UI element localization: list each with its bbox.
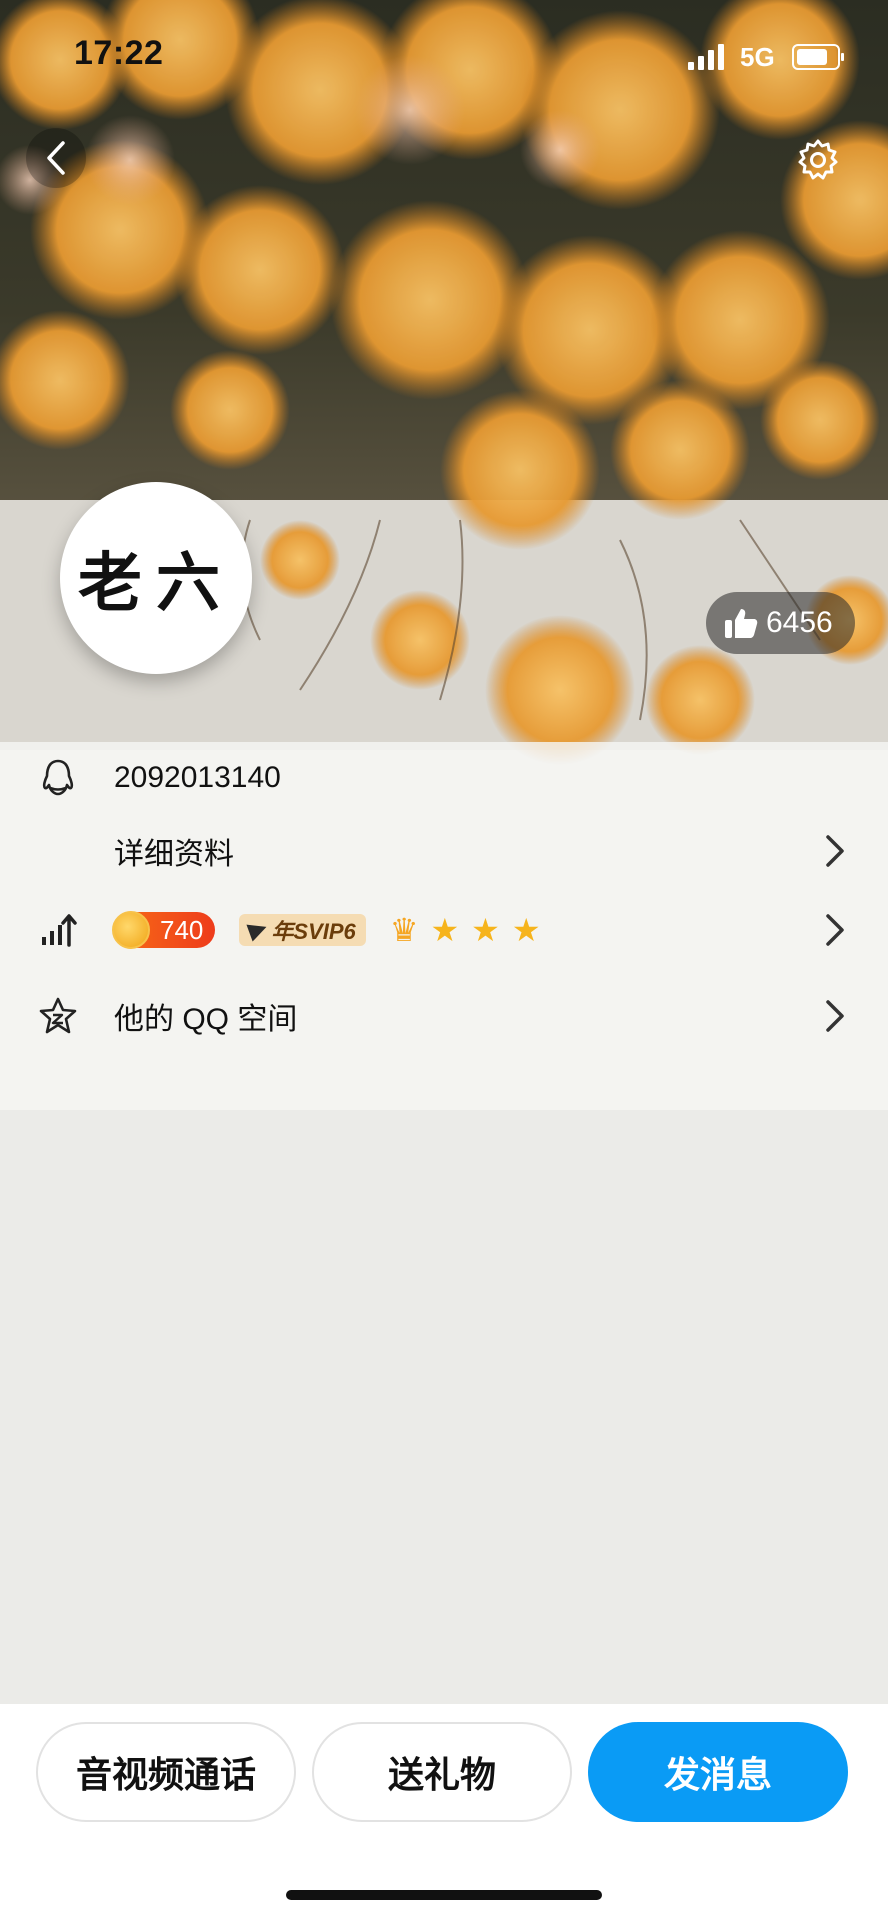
svip-icon xyxy=(246,918,270,942)
detail-info-row[interactable]: 详细资料 xyxy=(0,815,888,887)
level-value: 740 xyxy=(160,914,204,945)
level-badges: 740 年SVIP6 ♛ ★ ★ ★ xyxy=(112,911,541,949)
gear-icon xyxy=(798,139,838,180)
star-icon: ★ xyxy=(471,912,500,948)
coin-icon xyxy=(112,911,150,949)
send-message-button[interactable]: 发消息 xyxy=(588,1722,848,1822)
qzone-label: 他的 QQ 空间 xyxy=(114,1003,298,1036)
chevron-right-icon xyxy=(826,1000,844,1032)
back-button[interactable] xyxy=(26,128,86,188)
avatar[interactable]: 老六 xyxy=(60,482,252,674)
likes-button[interactable]: 6456 xyxy=(706,592,855,654)
penguin-icon xyxy=(38,758,78,798)
avatar-text: 老六 xyxy=(78,546,234,621)
detail-info-label: 详细资料 xyxy=(114,838,234,871)
crown-icon: ♛ xyxy=(389,912,419,948)
status-time: 17:22 xyxy=(74,34,164,72)
level-row[interactable]: 740 年SVIP6 ♛ ★ ★ ★ xyxy=(0,894,888,966)
star-icon: ★ xyxy=(511,912,541,948)
network-label: 5G xyxy=(740,42,775,72)
qzone-row[interactable]: 他的 QQ 空间 xyxy=(0,980,888,1052)
svip-badge: 年SVIP6 xyxy=(239,914,366,946)
level-up-icon xyxy=(38,910,78,950)
level-coin-badge: 740 xyxy=(112,911,216,949)
qq-number-row: 2092013140 xyxy=(0,742,888,814)
svip-label: 年SVIP6 xyxy=(271,919,356,944)
video-call-button[interactable]: 音视频通话 xyxy=(36,1722,296,1822)
settings-button[interactable] xyxy=(790,132,846,188)
thumbs-up-icon xyxy=(725,609,758,638)
qzone-star-icon xyxy=(38,996,78,1036)
chevron-left-icon xyxy=(47,141,65,175)
star-icon: ★ xyxy=(430,912,460,948)
signal-icon xyxy=(688,44,724,70)
likes-count: 6456 xyxy=(766,606,833,639)
send-gift-button[interactable]: 送礼物 xyxy=(312,1722,572,1822)
home-indicator[interactable] xyxy=(286,1890,602,1900)
status-bar: 17:22 5G xyxy=(0,0,888,110)
battery-icon xyxy=(792,44,844,70)
chevron-right-icon xyxy=(826,914,844,946)
chevron-right-icon xyxy=(826,835,844,867)
qq-number: 2092013140 xyxy=(114,761,281,794)
